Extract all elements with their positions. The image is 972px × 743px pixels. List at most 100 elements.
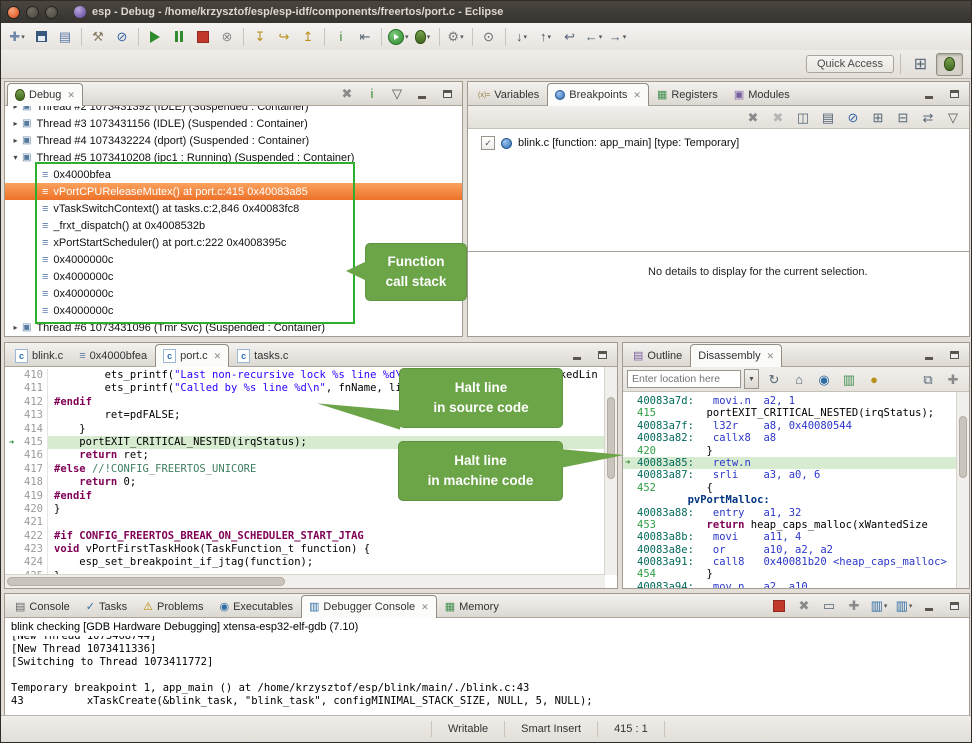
gutter-marker-column[interactable] xyxy=(5,503,18,516)
tab-tasks[interactable]: ✓ Tasks xyxy=(78,595,135,618)
open-console-icon[interactable]: ▥▾ xyxy=(892,595,916,616)
disassembly-vertical-scrollbar[interactable] xyxy=(956,392,969,588)
window-close-button[interactable] xyxy=(7,6,20,19)
stack-frame-row[interactable]: ≡0x4000bfea xyxy=(5,166,462,183)
maximize-view-icon[interactable] xyxy=(590,344,614,365)
disassembly-line[interactable]: 40083a91: call8 0x40081b20 <heap_caps_ma… xyxy=(623,556,969,568)
home-icon[interactable]: ⌂ xyxy=(787,367,811,391)
stack-frame-row[interactable]: ≡vTaskSwitchContext() at tasks.c:2,846 0… xyxy=(5,200,462,217)
toggle-breakpoint-markers-icon[interactable]: ● xyxy=(862,367,886,391)
tab-registers[interactable]: ▦ Registers xyxy=(649,83,726,106)
suspend-icon[interactable] xyxy=(167,25,191,49)
view-menu-icon[interactable]: ▽ xyxy=(385,83,409,104)
skip-all-breakpoints-icon[interactable]: ⊘ xyxy=(110,25,134,49)
pin-icon[interactable]: ✚ xyxy=(941,367,965,391)
disassembly-line[interactable]: 420 } xyxy=(623,445,969,457)
new-icon[interactable]: ✚▾ xyxy=(5,25,29,49)
breakpoint-checkbox[interactable]: ✓ xyxy=(481,136,495,150)
disassembly-line[interactable]: 40083a7f: l32r a8, 0x40080544 xyxy=(623,420,969,432)
resume-icon[interactable] xyxy=(143,25,167,49)
gutter-marker-column[interactable] xyxy=(5,396,18,409)
editor-horizontal-scrollbar[interactable] xyxy=(5,574,605,588)
gutter-marker-column[interactable] xyxy=(5,423,18,436)
run-icon[interactable]: ▾ xyxy=(386,25,411,49)
console-body[interactable]: blink checking [GDB Hardware Debugging] … xyxy=(5,618,969,716)
skip-all-breakpoints-icon[interactable]: ⊘ xyxy=(841,105,865,129)
drop-to-frame-icon[interactable]: ⇤ xyxy=(353,25,377,49)
disassembly-line[interactable]: 453 return heap_caps_malloc(xWantedSize xyxy=(623,519,969,531)
disassembly-line[interactable]: 40083a88: entry a1, 32 xyxy=(623,507,969,519)
terminate-icon[interactable] xyxy=(767,595,791,616)
quick-access-button[interactable]: Quick Access xyxy=(806,55,894,73)
code-line[interactable]: 423void vPortFirstTaskHook(TaskFunction_… xyxy=(5,543,617,556)
gutter-marker-column[interactable] xyxy=(5,516,18,529)
link-with-debug-view-icon[interactable]: ⇄ xyxy=(916,105,940,129)
tab-executables[interactable]: ◉ Executables xyxy=(211,595,301,618)
maximize-view-icon[interactable] xyxy=(942,344,966,365)
tab-debug[interactable]: Debug ✕ xyxy=(7,83,83,106)
tab-debugger-console[interactable]: ▥ Debugger Console ✕ xyxy=(301,595,437,618)
disassembly-line[interactable]: pvPortMalloc: xyxy=(623,494,969,506)
disassembly-line[interactable]: 40083a8e: or a10, a2, a2 xyxy=(623,544,969,556)
debug-thread-tree[interactable]: ▸▣Thread #2 1073431392 (IDLE) (Suspended… xyxy=(5,106,462,336)
tree-expander-icon[interactable]: ▸ xyxy=(10,136,21,145)
editor-vertical-scrollbar[interactable] xyxy=(604,367,617,575)
minimize-view-icon[interactable] xyxy=(917,83,941,104)
code-line[interactable]: 421 xyxy=(5,516,617,529)
tree-expander-icon[interactable]: ▸ xyxy=(10,323,21,332)
remove-all-terminated-icon[interactable]: ✖ xyxy=(335,83,359,104)
tree-expander-icon[interactable]: ▾ xyxy=(10,153,21,162)
code-line[interactable]: 422#if CONFIG_FREERTOS_BREAK_ON_SCHEDULE… xyxy=(5,530,617,543)
code-line[interactable]: 424 esp_set_breakpoint_if_jtag(function)… xyxy=(5,556,617,569)
disassembly-line[interactable]: 454 } xyxy=(623,568,969,580)
tab-disassembly[interactable]: Disassembly ✕ xyxy=(690,344,782,367)
tab-memory[interactable]: ▦ Memory xyxy=(437,595,507,618)
step-return-icon[interactable]: ↥ xyxy=(296,25,320,49)
instruction-stepping-mode-icon[interactable]: i xyxy=(360,83,384,104)
expand-all-icon[interactable]: ⊞ xyxy=(866,105,890,129)
minimize-icon[interactable] xyxy=(917,595,941,616)
collapse-all-icon[interactable]: ⊟ xyxy=(891,105,915,129)
debug-icon[interactable]: ▾ xyxy=(411,25,435,49)
window-maximize-button[interactable] xyxy=(45,6,58,19)
external-tools-icon[interactable]: ⚙▾ xyxy=(444,25,468,49)
gutter-marker-column[interactable] xyxy=(5,463,18,476)
code-line[interactable]: 420} xyxy=(5,503,617,516)
open-new-view-icon[interactable]: ⧉ xyxy=(916,367,940,391)
maximize-icon[interactable] xyxy=(435,83,459,104)
disassembly-line[interactable]: ➜40083a85: retw.n xyxy=(623,457,969,469)
close-tab-icon[interactable]: ✕ xyxy=(421,602,429,613)
minimize-view-icon[interactable] xyxy=(565,344,589,365)
gutter-marker-column[interactable] xyxy=(5,369,18,382)
sync-with-active-debug-context-icon[interactable]: ◉ xyxy=(812,367,836,391)
step-over-icon[interactable]: ↪ xyxy=(272,25,296,49)
search-icon[interactable]: ⊙ xyxy=(477,25,501,49)
gutter-marker-column[interactable] xyxy=(5,530,18,543)
tree-expander-icon[interactable]: ▸ xyxy=(10,119,21,128)
remove-breakpoint-icon[interactable]: ✖ xyxy=(741,105,765,129)
close-tab-icon[interactable]: ✕ xyxy=(67,90,75,101)
remove-launch-icon[interactable]: ✖ xyxy=(792,595,816,616)
tab-console[interactable]: ▤ Console xyxy=(7,595,78,618)
stack-frame-row[interactable]: ≡vPortCPUReleaseMutex() at port.c:415 0x… xyxy=(5,183,462,200)
close-tab-icon[interactable]: ✕ xyxy=(633,90,641,101)
gutter-marker-column[interactable] xyxy=(5,543,18,556)
gutter-marker-column[interactable]: ➜ xyxy=(5,436,18,449)
last-edit-location-icon[interactable]: ↩ xyxy=(558,25,582,49)
instruction-stepping-icon[interactable]: i xyxy=(329,25,353,49)
close-tab-icon[interactable]: ✕ xyxy=(767,351,775,362)
disassembly-line[interactable]: 415 portEXIT_CRITICAL_NESTED(irqStatus); xyxy=(623,407,969,419)
thread-row[interactable]: ▾▣Thread #5 1073410208 (ipc1 : Running) … xyxy=(5,149,462,166)
clear-console-icon[interactable]: ▭ xyxy=(817,595,841,616)
gutter-marker-column[interactable] xyxy=(5,476,18,489)
disassembly-line[interactable]: 40083a82: callx8 a8 xyxy=(623,432,969,444)
gutter-marker-column[interactable] xyxy=(5,382,18,395)
thread-row[interactable]: ▸▣Thread #6 1073431096 (Tmr Svc) (Suspen… xyxy=(5,319,462,336)
stack-frame-row[interactable]: ≡_frxt_dispatch() at 0x4008532b xyxy=(5,217,462,234)
show-breakpoints-for-selection-icon[interactable]: ◫ xyxy=(791,105,815,129)
breakpoints-list[interactable]: ✓ blink.c [function: app_main] [type: Te… xyxy=(468,129,969,251)
stack-frame-row[interactable]: ≡0x4000000c xyxy=(5,302,462,319)
disassembly-location-input[interactable] xyxy=(627,370,741,388)
tab-problems[interactable]: ⚠ Problems xyxy=(135,595,211,618)
tab-tasks-c[interactable]: c tasks.c xyxy=(229,344,296,367)
